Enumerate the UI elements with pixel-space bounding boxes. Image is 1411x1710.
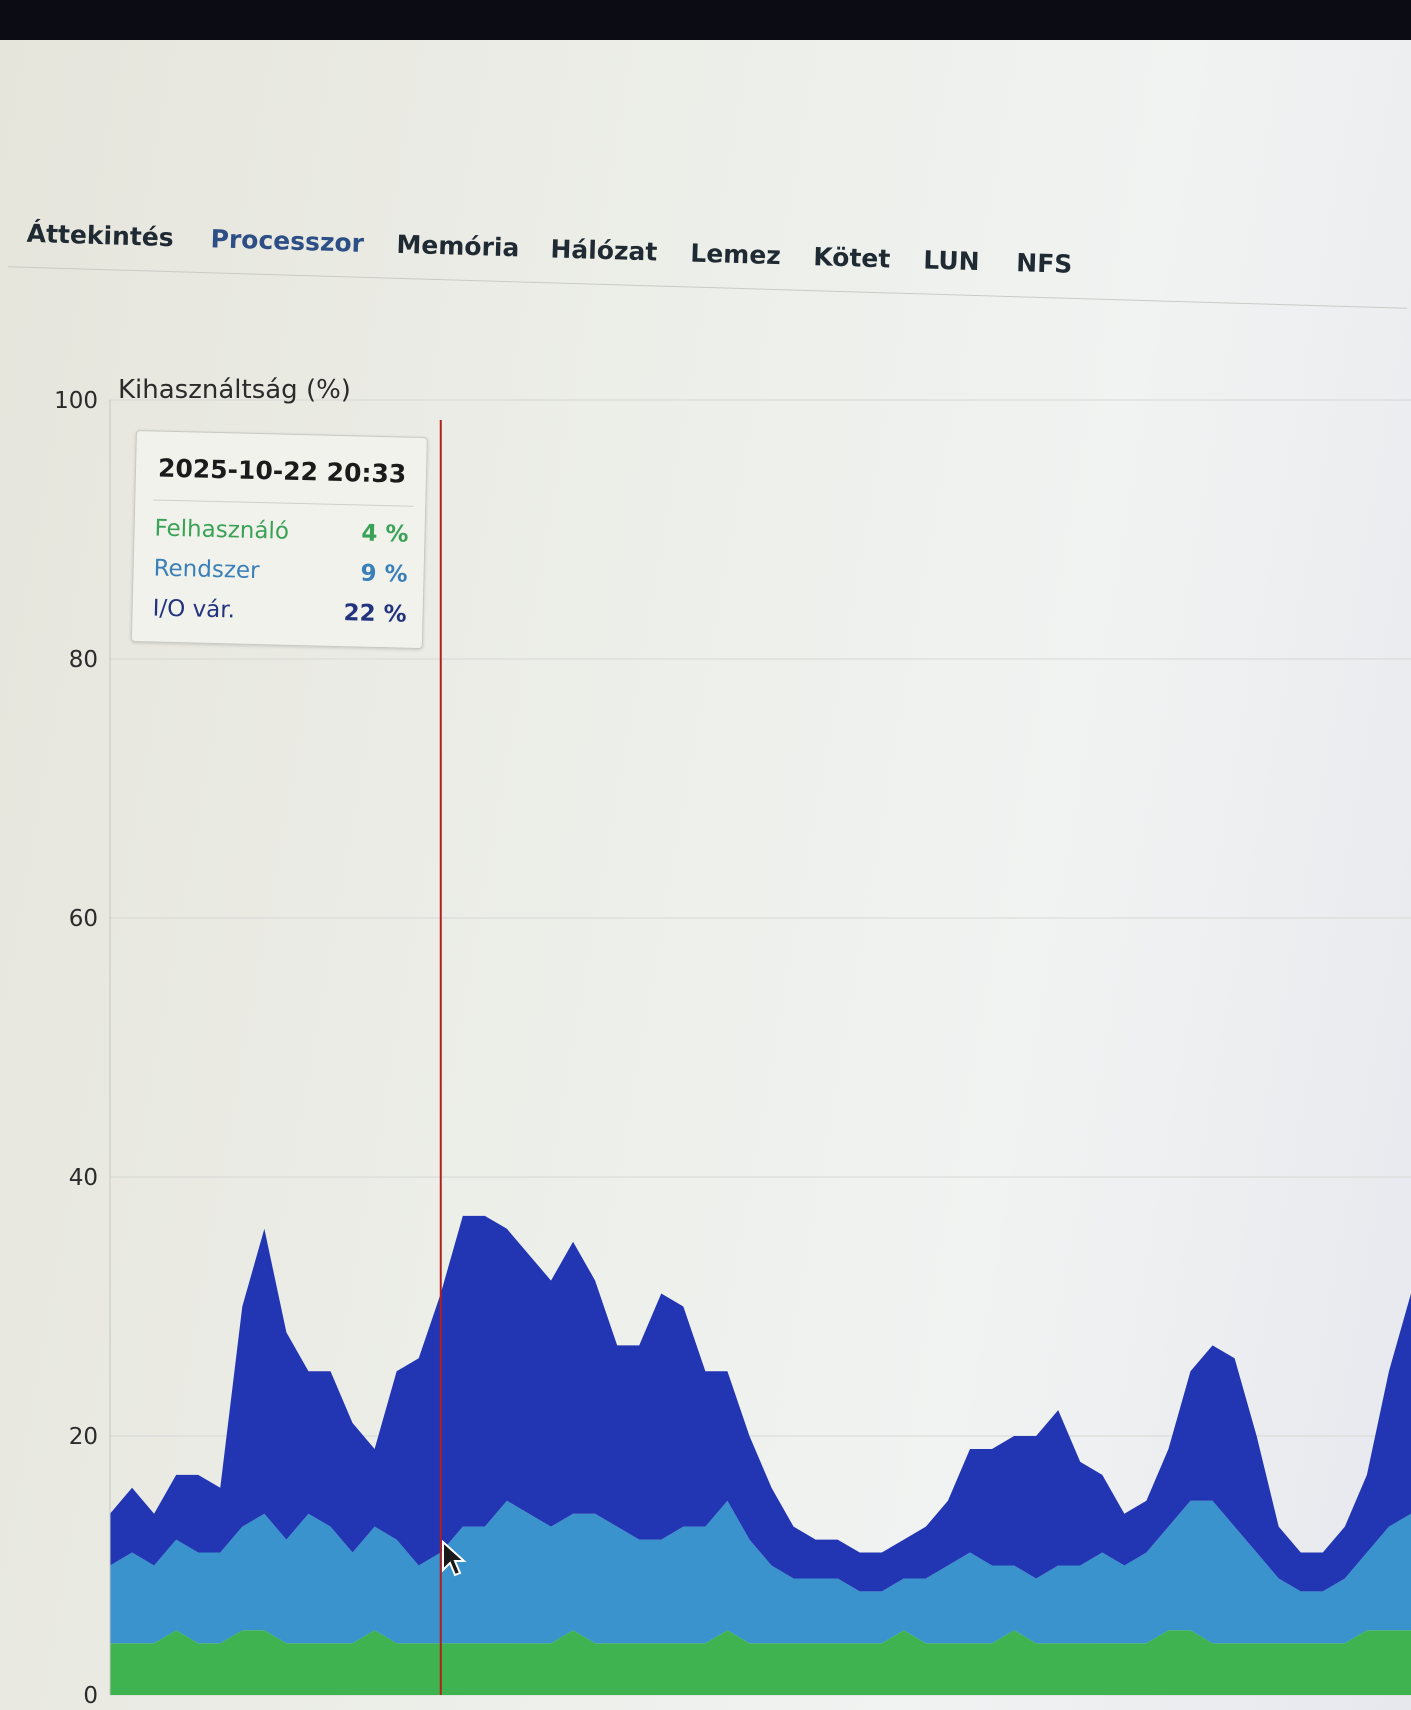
tooltip-user-label: Felhasználó [154, 515, 290, 545]
monitor-screen: Áttekintés Processzor Memória Hálózat Le… [0, 40, 1411, 1710]
y-axis: 0 20 40 60 80 100 [54, 388, 111, 1709]
chart-series [110, 1215, 1411, 1695]
tooltip-iowait-value: 22 % [343, 600, 407, 628]
y-tick-label: 20 [69, 1424, 98, 1450]
mouse-pointer-icon [442, 1540, 467, 1577]
tooltip-iowait-label: I/O vár. [152, 595, 236, 624]
y-axis-label: Kihasználtság (%) [118, 375, 351, 405]
tooltip-row-user: Felhasználó 4 % [154, 515, 409, 553]
tooltip-row-iowait: I/O vár. 22 % [152, 595, 407, 633]
cpu-usage-chart[interactable]: 0 20 40 60 80 100 Kihasználtság (%) [0, 40, 1411, 1710]
tooltip-system-value: 9 % [360, 560, 408, 588]
y-tick-label: 60 [69, 906, 98, 932]
tooltip-user-value: 4 % [361, 520, 409, 548]
y-tick-label: 100 [54, 388, 98, 414]
chart-tooltip: 2025-10-22 20:33 Felhasználó 4 % Rendsze… [130, 430, 428, 650]
y-tick-label: 0 [83, 1683, 98, 1709]
y-tick-label: 80 [69, 647, 98, 673]
tooltip-divider [153, 499, 414, 507]
tooltip-timestamp: 2025-10-22 20:33 [157, 453, 407, 489]
tooltip-system-label: Rendszer [153, 555, 260, 585]
y-tick-label: 40 [69, 1165, 98, 1191]
tooltip-row-system: Rendszer 9 % [153, 555, 408, 593]
